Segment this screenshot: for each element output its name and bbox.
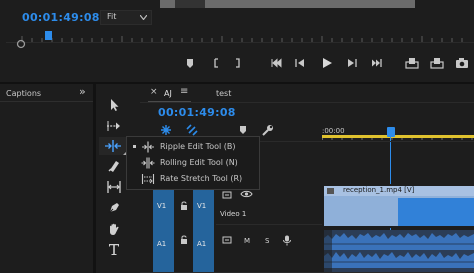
selection-tool-icon[interactable] xyxy=(107,98,121,112)
ripple-edit-icon xyxy=(105,140,121,152)
video-clip-label: reception_1.mp4 [V] xyxy=(343,186,415,194)
video-frame-dark xyxy=(175,0,205,8)
type-tool-icon[interactable] xyxy=(107,242,121,256)
extract-icon[interactable] xyxy=(430,56,444,70)
flyout-item-ripple-edit[interactable]: Ripple Edit Tool (B) xyxy=(127,139,259,155)
a1-target-label: A1 xyxy=(197,240,207,248)
go-to-out-icon[interactable] xyxy=(370,56,384,70)
audio-waveform xyxy=(324,230,474,272)
ripple-edit-icon xyxy=(142,141,154,153)
export-frame-icon[interactable] xyxy=(455,56,469,70)
add-marker-timeline-icon[interactable] xyxy=(238,124,248,136)
program-timecode[interactable]: 00:01:49:08 xyxy=(22,11,100,24)
video-clip-header: reception_1.mp4 [V] xyxy=(324,186,474,196)
hand-tool-icon[interactable] xyxy=(107,222,121,236)
flyout-item-label: Rolling Edit Tool (N) xyxy=(160,158,238,167)
timeline-ruler[interactable]: :00:00 xyxy=(322,127,474,140)
pen-tool-icon[interactable] xyxy=(107,201,121,215)
mark-in-icon[interactable] xyxy=(209,56,223,70)
audio-clip-dark-region xyxy=(324,230,332,272)
v1-track-bottom-line xyxy=(216,224,322,225)
v1-target-label: V1 xyxy=(197,202,207,210)
v1-lock-icon[interactable] xyxy=(180,201,188,210)
a1-source-patch[interactable]: A1 xyxy=(153,228,174,273)
linked-selection-icon[interactable] xyxy=(186,124,198,136)
v1-source-label: V1 xyxy=(157,202,167,210)
captions-panel-title[interactable]: Captions xyxy=(6,89,41,98)
go-to-in-icon[interactable] xyxy=(269,56,283,70)
captions-panel: Captions » xyxy=(0,84,93,273)
snap-icon[interactable] xyxy=(160,124,172,136)
a1-source-label: A1 xyxy=(157,240,167,248)
track-select-tool-icon[interactable] xyxy=(106,120,122,132)
mark-out-icon[interactable] xyxy=(231,56,245,70)
program-monitor: 00:01:49:08 Fit xyxy=(0,0,474,84)
tabs-divider xyxy=(140,102,474,103)
step-back-icon[interactable] xyxy=(293,56,307,70)
panel-expand-icon[interactable]: » xyxy=(79,85,86,98)
voiceover-record-icon[interactable] xyxy=(282,235,292,246)
work-area-bar[interactable] xyxy=(322,135,474,138)
sync-lock-icon[interactable] xyxy=(222,189,233,200)
razor-tool-icon[interactable] xyxy=(107,159,121,173)
settings-wrench-icon[interactable] xyxy=(261,124,274,137)
video-clip-selected-segment[interactable] xyxy=(398,198,474,226)
zoom-select[interactable]: Fit xyxy=(100,10,152,25)
flyout-item-label: Ripple Edit Tool (B) xyxy=(160,142,236,151)
step-forward-icon[interactable] xyxy=(345,56,359,70)
solo-button[interactable]: S xyxy=(265,237,269,245)
monitor-scroll-track xyxy=(6,42,474,43)
timeline-timecode[interactable]: 00:01:49:08 xyxy=(158,106,236,119)
video-clip[interactable]: reception_1.mp4 [V] xyxy=(324,186,474,226)
monitor-playhead[interactable] xyxy=(45,31,52,40)
rolling-edit-icon xyxy=(141,157,155,169)
fx-badge xyxy=(327,188,334,194)
monitor-time-ruler[interactable] xyxy=(20,34,474,42)
captions-panel-header-line xyxy=(0,101,93,102)
mute-button[interactable]: M xyxy=(244,237,250,245)
tool-flyout-menu: Ripple Edit Tool (B) Rolling Edit Tool (… xyxy=(126,136,260,190)
audio-clip[interactable] xyxy=(324,230,474,272)
flyout-item-rate-stretch[interactable]: Rate Stretch Tool (R) xyxy=(127,171,259,187)
rate-stretch-icon xyxy=(141,174,155,184)
play-icon[interactable] xyxy=(320,56,334,70)
tab-menu-icon[interactable]: ≡ xyxy=(180,86,188,97)
flyout-item-rolling-edit[interactable]: Rolling Edit Tool (N) xyxy=(127,155,259,171)
eye-icon[interactable] xyxy=(240,189,253,199)
tab-aj[interactable]: AJ xyxy=(164,89,172,98)
zoom-select-value: Fit xyxy=(107,12,117,21)
tab-test[interactable]: test xyxy=(216,89,231,98)
add-marker-icon[interactable] xyxy=(183,56,197,70)
slip-tool-icon[interactable] xyxy=(105,180,123,194)
tab-close-button[interactable]: × xyxy=(150,87,158,97)
ruler-start-label: :00:00 xyxy=(322,127,345,135)
a1-target-patch[interactable]: A1 xyxy=(193,228,214,273)
a1-lock-icon[interactable] xyxy=(180,235,188,244)
timeline-playhead-handle[interactable] xyxy=(387,127,395,137)
zoom-handle-icon[interactable] xyxy=(16,39,26,49)
selected-bullet-icon xyxy=(133,145,136,148)
flyout-item-label: Rate Stretch Tool (R) xyxy=(160,174,243,183)
v1-track-name: Video 1 xyxy=(220,210,247,218)
lift-icon[interactable] xyxy=(405,56,419,70)
a1-sync-lock-icon[interactable] xyxy=(222,234,233,245)
chevron-down-icon xyxy=(140,15,147,20)
